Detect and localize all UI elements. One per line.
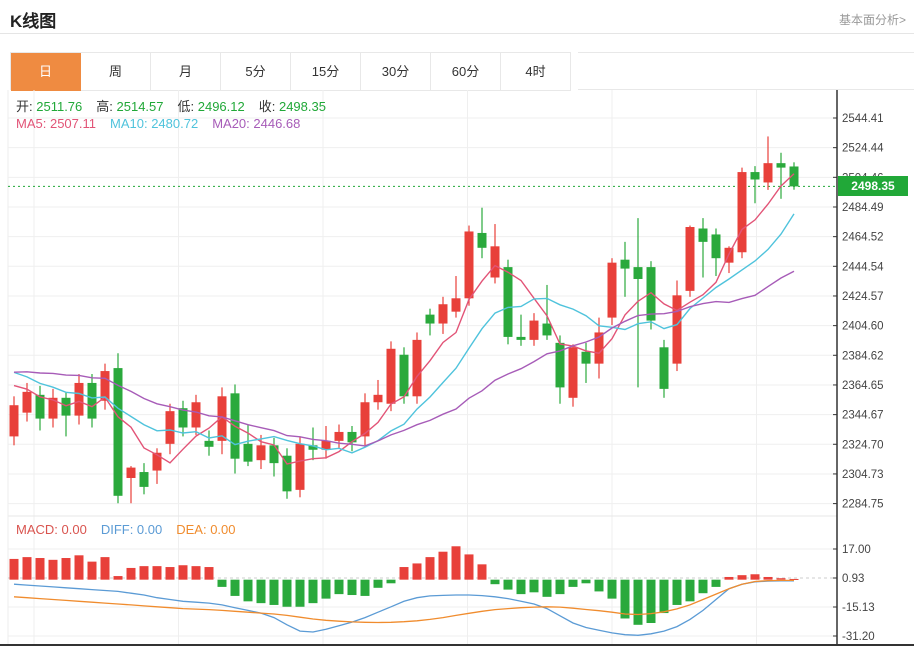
macd-axis-tick: -31.20 <box>842 631 875 643</box>
macd-axis-tick: -15.13 <box>842 602 875 614</box>
legend-item: 高: 2514.57 <box>96 99 163 114</box>
price-axis-tick: 2544.41 <box>842 113 884 125</box>
macd-axis-tick: 17.00 <box>842 544 871 556</box>
legend-item: MACD: 0.00 <box>16 522 87 537</box>
price-axis-tick: 2344.67 <box>842 410 884 422</box>
legend-item: DEA: 0.00 <box>176 522 235 537</box>
price-axis-tick: 2324.70 <box>842 439 884 451</box>
legend-item: DIFF: 0.00 <box>101 522 162 537</box>
legend-item: MA10: 2480.72 <box>110 116 198 131</box>
legend-item: 开: 2511.76 <box>16 99 82 114</box>
price-axis-tick: 2524.44 <box>842 143 884 155</box>
price-axis-tick: 2424.57 <box>842 291 884 303</box>
legend-item: 低: 2496.12 <box>178 99 245 114</box>
price-axis-tick: 2384.62 <box>842 350 884 362</box>
price-axis-tick: 2484.49 <box>842 202 884 214</box>
macd-legend: MACD: 0.00 DIFF: 0.00 DEA: 0.00 <box>16 522 250 537</box>
current-price-badge: 2498.35 <box>838 176 908 196</box>
kline-chart-page: K线图 基本面分析> 日周月5分15分30分60分4时 2544.412524.… <box>0 0 914 650</box>
price-axis-tick: 2404.60 <box>842 321 884 333</box>
price-axis-tick: 2364.65 <box>842 380 884 392</box>
ohlc-legend: 开: 2511.76 高: 2514.57 低: 2496.12 收: 2498.35 <box>16 96 340 115</box>
price-axis-tick: 2304.73 <box>842 469 884 481</box>
price-axis-tick: 2464.52 <box>842 232 884 244</box>
price-axis-tick: 2284.75 <box>842 499 884 511</box>
legend-item: 收: 2498.35 <box>259 99 326 114</box>
macd-axis-tick: 0.93 <box>842 573 864 585</box>
price-axis-tick: 2444.54 <box>842 261 884 273</box>
ma-legend: MA5: 2507.11 MA10: 2480.72 MA20: 2446.68 <box>16 116 314 131</box>
legend-item: MA5: 2507.11 <box>16 116 96 131</box>
legend-item: MA20: 2446.68 <box>212 116 300 131</box>
